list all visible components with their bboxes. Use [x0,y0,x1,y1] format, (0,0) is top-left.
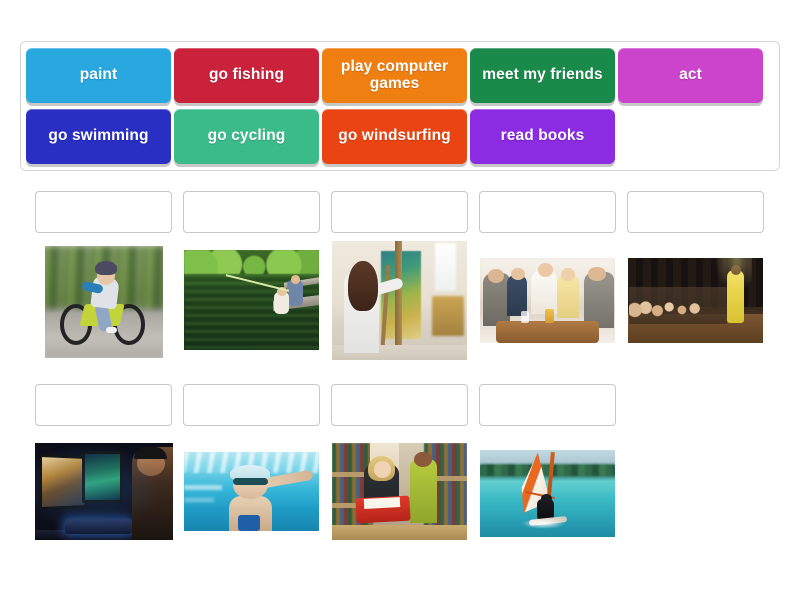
image-acting[interactable] [628,258,763,343]
image-painting[interactable] [332,241,467,360]
swimming-photo [184,452,319,531]
image-fishing[interactable] [184,250,319,350]
dropzone-2-3[interactable] [331,384,468,426]
image-reading[interactable] [332,443,467,540]
tile-act[interactable]: act [618,48,763,103]
friends-photo [480,258,615,343]
computer-games-photo [35,443,173,540]
tile-play-computer-games[interactable]: play computer games [322,48,467,103]
image-swimming[interactable] [184,452,319,531]
tile-read-books[interactable]: read books [470,109,615,164]
acting-photo [628,258,763,343]
dropzone-row-2 [35,384,627,426]
tile-go-windsurfing[interactable]: go windsurfing [322,109,467,164]
tile-go-cycling[interactable]: go cycling [174,109,319,164]
dropzone-1-1[interactable] [35,191,172,233]
image-friends[interactable] [480,258,615,343]
tile-bank-row-1: paint go fishing play computer games mee… [26,48,774,106]
tile-paint[interactable]: paint [26,48,171,103]
dropzone-1-3[interactable] [331,191,468,233]
dropzone-1-4[interactable] [479,191,616,233]
tile-go-swimming[interactable]: go swimming [26,109,171,164]
tile-meet-my-friends[interactable]: meet my friends [470,48,615,103]
dropzone-1-5[interactable] [627,191,764,233]
image-windsurfing[interactable] [480,450,615,537]
painting-photo [332,241,467,360]
dropzone-1-2[interactable] [183,191,320,233]
reading-photo [332,443,467,540]
dropzone-row-1 [35,191,775,233]
dropzone-2-4[interactable] [479,384,616,426]
tile-bank-row-2: go swimming go cycling go windsurfing re… [26,109,774,167]
dropzone-2-1[interactable] [35,384,172,426]
tile-bank-empty-slot [618,109,763,164]
fishing-photo [184,250,319,350]
windsurfing-photo [480,450,615,537]
activity-page: paint go fishing play computer games mee… [0,0,800,600]
image-cycling[interactable] [45,246,163,358]
cycling-photo [45,246,163,358]
dropzone-2-2[interactable] [183,384,320,426]
tile-go-fishing[interactable]: go fishing [174,48,319,103]
image-computer-games[interactable] [35,443,173,540]
word-tile-bank: paint go fishing play computer games mee… [20,41,780,171]
